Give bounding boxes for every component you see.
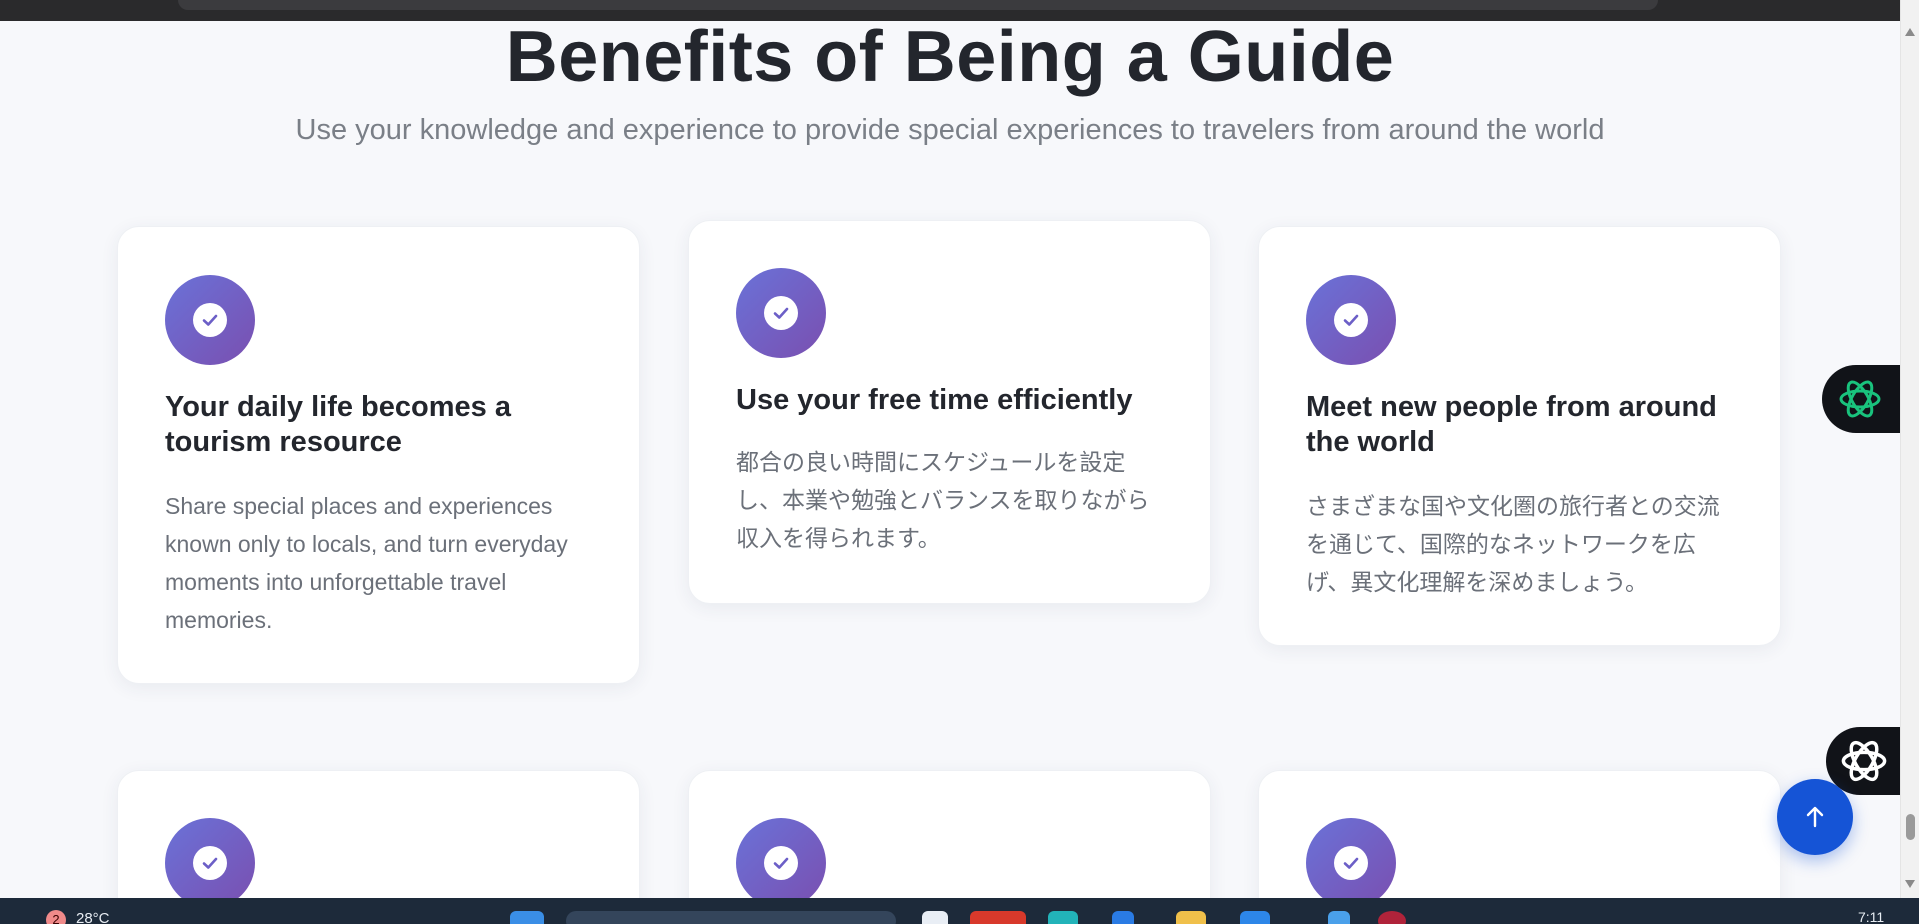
weather-badge[interactable]: 2 xyxy=(46,910,66,924)
openai-logo-icon xyxy=(1839,380,1881,418)
openai-logo-icon xyxy=(1841,740,1887,782)
benefit-card: Meet new people from around the world さま… xyxy=(1258,226,1781,646)
address-bar[interactable] xyxy=(178,0,1658,10)
browser-icon[interactable] xyxy=(970,911,1026,924)
scroll-to-top-button[interactable] xyxy=(1777,779,1853,855)
app-icon[interactable] xyxy=(1112,911,1134,924)
check-circle-icon xyxy=(165,818,255,898)
benefit-card xyxy=(117,770,640,898)
scrollbar-thumb[interactable] xyxy=(1906,814,1915,840)
start-menu-icon[interactable] xyxy=(510,911,544,924)
app-icon[interactable] xyxy=(1378,911,1406,924)
os-taskbar: 2 28°C 7:11 xyxy=(0,898,1919,924)
arrow-up-icon xyxy=(1806,806,1824,828)
check-circle-icon xyxy=(736,818,826,898)
benefit-card: Use your free time efficiently 都合の良い時間にス… xyxy=(688,220,1211,604)
app-icon[interactable] xyxy=(1328,911,1350,924)
page-viewport: Benefits of Being a Guide Use your knowl… xyxy=(0,0,1900,898)
file-icon[interactable] xyxy=(922,911,948,924)
taskbar-clock[interactable]: 7:11 xyxy=(1858,909,1884,924)
ai-assistant-widget[interactable] xyxy=(1822,365,1900,433)
section-subtitle: Use your knowledge and experience to pro… xyxy=(295,114,1605,146)
benefit-description: 都合の良い時間にスケジュールを設定し、本業や勉強とバランスを取りながら収入を得ら… xyxy=(736,449,1150,551)
scroll-up-arrow-icon[interactable] xyxy=(1905,28,1915,36)
store-icon[interactable] xyxy=(1240,911,1270,924)
benefit-card xyxy=(1258,770,1781,898)
benefit-description: さまざまな国や文化圏の旅行者との交流を通じて、国際的なネットワークを広げ、異文化… xyxy=(1306,493,1720,595)
benefit-title: Use your free time efficiently xyxy=(736,384,1133,416)
benefit-title: Meet new people from around the world xyxy=(1306,391,1717,458)
folder-icon[interactable] xyxy=(1176,911,1206,924)
ai-assistant-widget-secondary[interactable] xyxy=(1826,727,1900,795)
check-circle-icon xyxy=(736,268,826,358)
weather-temperature[interactable]: 28°C xyxy=(76,910,110,924)
benefit-card xyxy=(688,770,1211,898)
check-circle-icon xyxy=(1306,818,1396,898)
benefit-title: Your daily life becomes a tourism resour… xyxy=(165,391,511,458)
check-circle-icon xyxy=(1306,275,1396,365)
benefit-card: Your daily life becomes a tourism resour… xyxy=(117,226,640,684)
benefit-description: Share special places and experiences kno… xyxy=(165,493,568,633)
check-circle-icon xyxy=(165,275,255,365)
taskbar-search-box[interactable] xyxy=(566,911,896,924)
scroll-down-arrow-icon[interactable] xyxy=(1905,880,1915,888)
page-scrollbar[interactable] xyxy=(1900,0,1919,898)
section-title: Benefits of Being a Guide xyxy=(505,17,1395,97)
edge-icon[interactable] xyxy=(1048,911,1078,924)
